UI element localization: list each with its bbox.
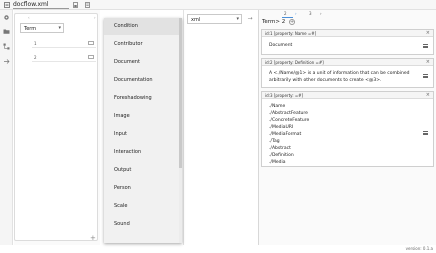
hierarchy-icon[interactable] <box>3 43 10 50</box>
format-select[interactable]: xml ▾ <box>187 14 242 24</box>
active-tab-indicator <box>282 17 293 18</box>
term-type-select[interactable]: Term ▾ <box>20 23 64 33</box>
property-card-header: id:2 [property: Definition =#] × <box>262 59 433 66</box>
menu-icon[interactable] <box>423 131 428 136</box>
version-label: version: 0.1.a <box>405 246 433 251</box>
file-name[interactable]: docflow.xml <box>13 1 49 8</box>
arrow-right-icon[interactable] <box>3 58 10 65</box>
tab-3[interactable]: 3 <box>309 11 312 16</box>
path-list-item[interactable]: ./ConcreteFeature <box>269 118 309 123</box>
property-card-header: id:1 [property: Name =#] × <box>262 30 433 37</box>
menu-item-image[interactable]: Image <box>104 108 182 125</box>
tab-2[interactable]: 2 <box>284 11 287 16</box>
dropdown-scrollbar[interactable] <box>179 18 182 243</box>
export-icon[interactable] <box>85 2 90 8</box>
property-card-title: id:2 [property: Definition =#] <box>265 60 324 65</box>
path-list-item[interactable]: ./AbstractFeature <box>269 111 308 116</box>
middle-column <box>183 10 257 245</box>
dropdown-scrollbar-thumb[interactable] <box>179 18 182 168</box>
tab-bar: 2 › 3 › <box>260 11 330 17</box>
chevron-down-icon: ▾ <box>236 16 239 22</box>
property-value[interactable]: Document <box>269 42 292 49</box>
term-type-value: Term <box>24 25 37 32</box>
card-icon <box>88 41 94 45</box>
term-type-dropdown: Condition Contributor Document Documenta… <box>104 18 182 243</box>
path-list-item[interactable]: ./MediaURI <box>269 125 293 130</box>
menu-item-documentation[interactable]: Documentation <box>104 72 182 89</box>
path-list-item[interactable]: ./Tag <box>269 139 280 144</box>
menu-item-condition[interactable]: Condition <box>104 18 182 35</box>
path-list-item[interactable]: ./MediaFormat <box>269 132 301 137</box>
term-list-item[interactable]: 1 <box>32 39 96 48</box>
path-list-item[interactable]: ./Name <box>269 104 285 109</box>
menu-icon[interactable] <box>423 44 428 49</box>
chevron-right-icon: › <box>295 11 297 16</box>
menu-item-input[interactable]: Input <box>104 126 182 143</box>
menu-item-foreshadowing[interactable]: Foreshadowing <box>104 90 182 107</box>
term-list-item[interactable]: 2 <box>32 53 96 62</box>
close-icon[interactable]: × <box>426 92 430 98</box>
menu-item-person[interactable]: Person <box>104 180 182 197</box>
card-icon <box>88 55 94 59</box>
property-card: id:1 [property: Name =#] × Document <box>261 29 434 55</box>
chevron-right-icon: › <box>320 11 322 16</box>
path-list-item[interactable]: ./Abstract <box>269 146 291 151</box>
breadcrumb: Term> 2 <box>262 19 286 25</box>
close-icon[interactable]: × <box>426 59 430 65</box>
chevron-down-icon: ▾ <box>58 25 61 31</box>
path-list-item[interactable]: ./Definition <box>269 153 294 158</box>
menu-item-output[interactable]: Output <box>104 162 182 179</box>
property-card: id:3 [property: =#] × ./Name ./AbstractF… <box>261 91 434 167</box>
term-list-item-id: 1 <box>34 41 37 46</box>
app-logo-icon <box>4 2 10 8</box>
path-list-item[interactable]: ./Media <box>269 160 285 165</box>
property-card-title: id:1 [property: Name =#] <box>265 31 317 36</box>
save-icon[interactable] <box>73 2 78 8</box>
property-card-title: id:3 [property: =#] <box>265 93 304 98</box>
menu-icon[interactable] <box>423 74 428 79</box>
scroll-indicator: ‹ <box>28 15 30 20</box>
property-value-line[interactable]: A <./Name/@1> is a unit of information t… <box>269 70 409 77</box>
title-bar: docflow.xml <box>0 0 436 10</box>
property-card: id:2 [property: Definition =#] × A <./Na… <box>261 58 434 88</box>
left-rail <box>0 10 13 245</box>
property-card-header: id:3 [property: =#] × <box>262 92 433 99</box>
file-name-underline <box>13 8 69 9</box>
menu-item-sound[interactable]: Sound <box>104 216 182 233</box>
gear-icon[interactable] <box>3 14 10 21</box>
folder-icon[interactable] <box>3 28 10 35</box>
format-value: xml <box>191 16 201 23</box>
menu-item-interaction[interactable]: Interaction <box>104 144 182 161</box>
menu-item-scale[interactable]: Scale <box>104 198 182 215</box>
scroll-indicator: › <box>94 15 96 20</box>
add-property-button[interactable]: + <box>289 19 295 25</box>
menu-item-contributor[interactable]: Contributor <box>104 36 182 53</box>
arrow-right-button[interactable]: → <box>246 15 254 23</box>
menu-item-document[interactable]: Document <box>104 54 182 71</box>
term-list-item-id: 2 <box>34 55 37 60</box>
property-value-line[interactable]: arbitrarily with other documents to crea… <box>269 77 381 84</box>
close-icon[interactable]: × <box>426 30 430 36</box>
add-term-button[interactable]: + <box>90 234 96 242</box>
